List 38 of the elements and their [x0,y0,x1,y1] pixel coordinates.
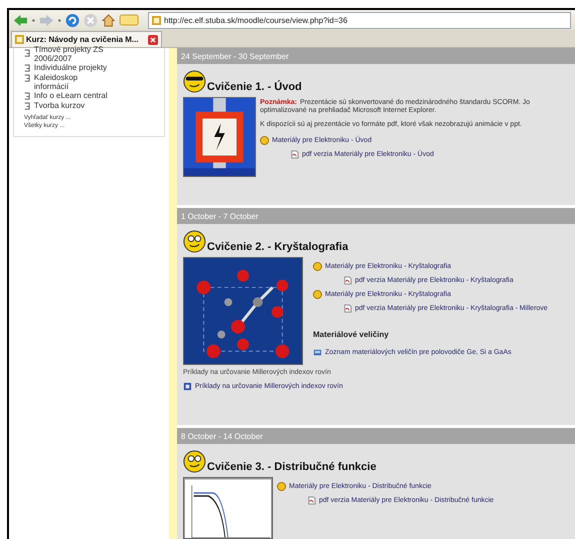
course-link[interactable]: Individuálne projekty [34,63,114,72]
dropdown-icon[interactable] [31,18,36,22]
tab-title: Kurz: Návody na cvičenia M... [26,35,138,44]
smiley-icon [183,230,206,253]
course-link[interactable]: Kaleidoskop informácií [34,73,114,91]
course-icon [24,49,31,58]
week-dates: 8 October - 14 October [181,432,263,440]
smiley-icon [183,70,206,93]
favicon-icon [15,35,24,44]
week-dates: 24 September - 30 September [181,52,289,60]
reload-icon[interactable] [65,12,80,28]
browser-tab[interactable]: Kurz: Návody na cvičenia M... [11,31,162,47]
section-title: Cvičenie 1. - Úvod [207,81,302,93]
toolbar-icon[interactable] [119,14,139,26]
pdf-icon [307,496,316,504]
section-title: Cvičenie 2. - Kryštalografia [207,241,348,253]
favicon-icon [152,16,161,24]
address-field[interactable]: http://ec.elf.stuba.sk/moodle/course/view.php?id=36 [148,12,571,28]
dropdown-icon[interactable] [57,18,62,22]
resource-heading: Materiálové veličiny [313,330,389,338]
close-icon[interactable] [148,34,158,44]
course-link[interactable]: Tímové projekty ZS 2006/2007 [34,45,114,63]
pdf-icon [290,150,299,158]
package-icon [313,290,322,298]
home-icon[interactable] [101,12,116,28]
back-icon[interactable] [13,12,28,28]
section-title: Cvičenie 3. - Distribučné funkcie [207,461,376,473]
package-icon [277,482,286,490]
week-dates: 1 October - 7 October [181,212,258,220]
file-icon [313,348,322,356]
package-icon [260,136,269,144]
pdf-icon [343,304,352,312]
course-link[interactable]: Info o eLearn central [34,91,114,100]
page-icon [183,382,192,390]
package-icon [313,262,322,270]
smiley-icon [183,450,206,473]
pdf-icon [343,276,352,284]
course-link[interactable]: Tvorba kurzov [34,101,114,110]
